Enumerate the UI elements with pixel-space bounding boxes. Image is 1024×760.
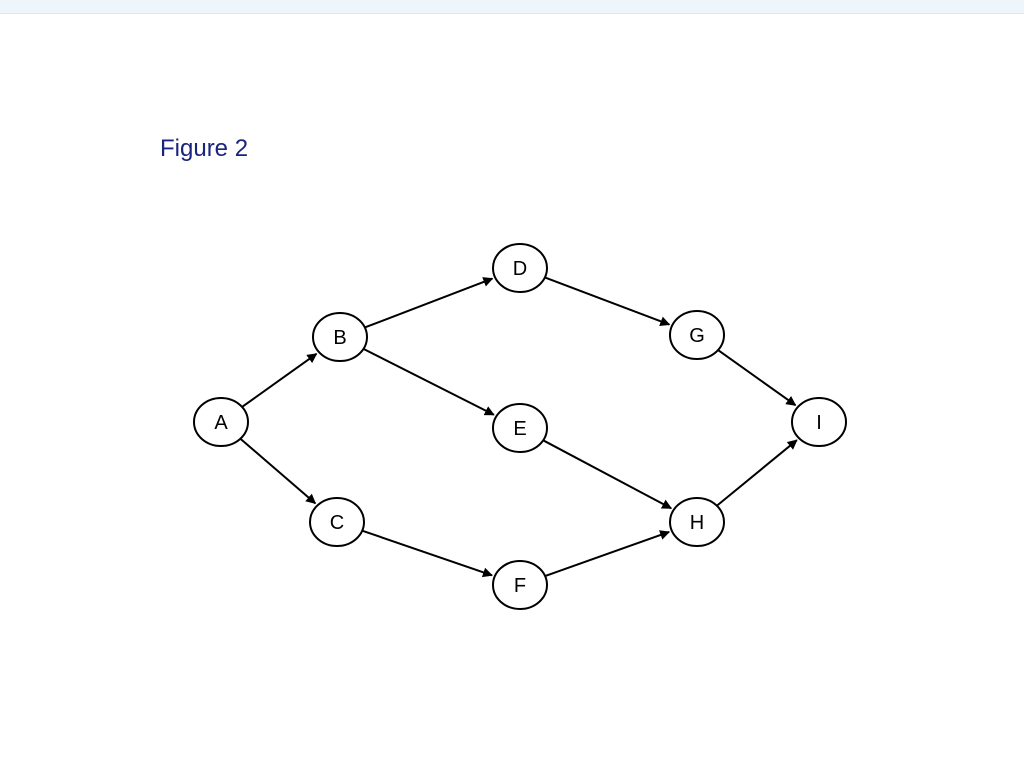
node-A: A [194, 398, 248, 446]
node-I: I [792, 398, 846, 446]
node-label-E: E [513, 418, 526, 440]
edge-A-B [242, 354, 316, 407]
node-H: H [670, 498, 724, 546]
edge-D-G [545, 277, 670, 324]
node-label-H: H [690, 512, 704, 534]
edge-F-H [545, 532, 669, 576]
edge-A-C [240, 439, 315, 504]
edge-B-D [365, 279, 493, 328]
edge-E-H [543, 440, 671, 508]
node-label-G: G [689, 325, 705, 347]
node-label-F: F [514, 575, 526, 597]
node-C: C [310, 498, 364, 546]
node-E: E [493, 404, 547, 452]
node-B: B [313, 313, 367, 361]
edge-B-E [363, 349, 493, 415]
edge-H-I [717, 440, 797, 506]
edge-C-F [362, 531, 492, 576]
node-label-I: I [816, 412, 822, 434]
edge-G-I [718, 350, 795, 405]
node-G: G [670, 311, 724, 359]
node-label-D: D [513, 258, 527, 280]
node-label-C: C [330, 512, 344, 534]
node-label-B: B [333, 327, 346, 349]
node-label-A: A [214, 412, 228, 434]
graph-diagram: A B C D E F G H I [0, 0, 1024, 760]
node-D: D [493, 244, 547, 292]
node-F: F [493, 561, 547, 609]
